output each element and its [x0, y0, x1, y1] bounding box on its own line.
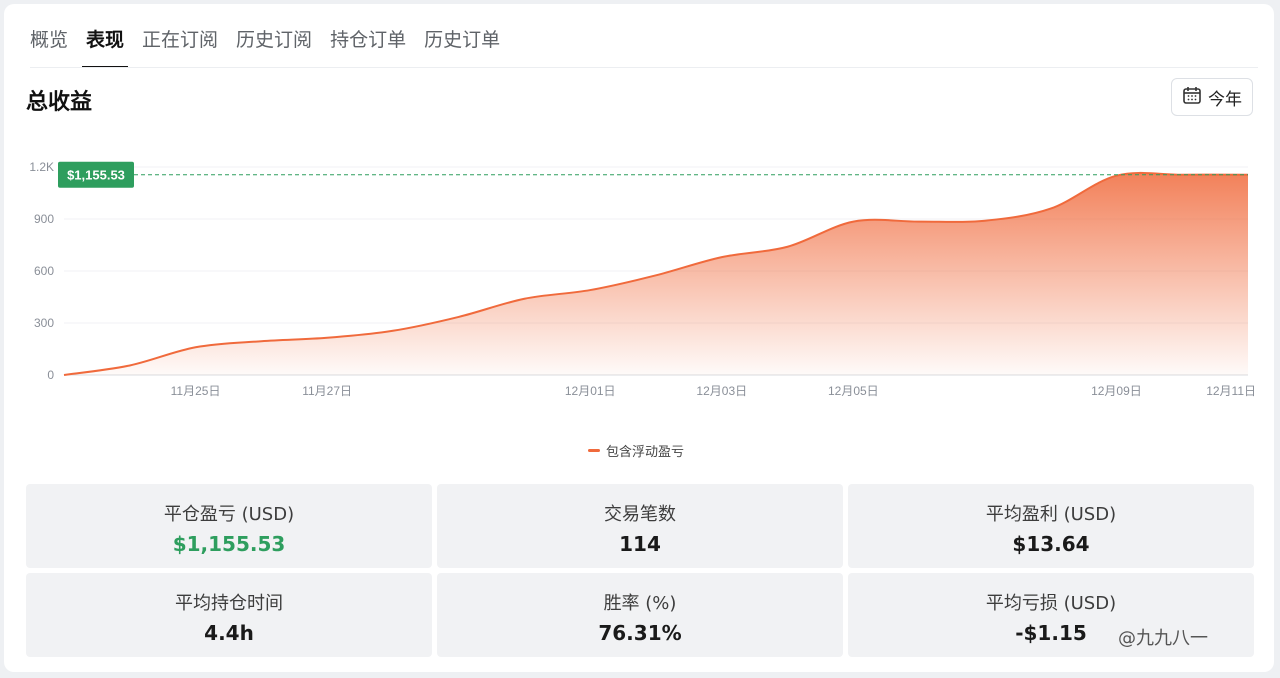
stat-label: 平均盈利 (USD) [985, 504, 1117, 525]
period-label: 今年 [1208, 89, 1242, 110]
y-tick-label: 900 [34, 212, 54, 226]
chart-legend[interactable]: 包含浮动盈亏 [588, 441, 684, 460]
y-tick-label: 0 [47, 368, 54, 382]
tab-history-orders[interactable]: 历史订单 [424, 22, 500, 68]
stat-value: 4.4h [204, 621, 254, 645]
tab-overview[interactable]: 概览 [30, 22, 68, 68]
y-tick-label: 600 [34, 264, 54, 278]
tab-history-subscriptions[interactable]: 历史订阅 [236, 22, 312, 68]
stat-label: 平仓盈亏 (USD) [163, 504, 295, 525]
x-tick-label: 11月27日 [302, 384, 352, 398]
tab-bar: 概览 表现 正在订阅 历史订阅 持仓订单 历史订单 [30, 22, 518, 68]
tabs-divider [30, 67, 1258, 68]
stat-label: 胜率 (%) [603, 593, 677, 614]
y-tick-label: 300 [34, 316, 54, 330]
x-tick-label: 12月03日 [696, 384, 747, 398]
x-tick-label: 11月25日 [171, 384, 221, 398]
legend-label: 包含浮动盈亏 [606, 445, 685, 460]
legend-swatch [588, 449, 600, 452]
stat-closed-pnl: 平仓盈亏 (USD) $1,155.53 [26, 484, 432, 568]
x-tick-label: 12月01日 [565, 384, 616, 398]
x-tick-label: 12月09日 [1091, 384, 1142, 398]
stat-trade-count: 交易笔数 114 [437, 484, 843, 568]
section-title: 总收益 [26, 90, 93, 115]
calendar-icon [1182, 85, 1202, 110]
x-tick-label: 12月05日 [828, 384, 879, 398]
profit-area [64, 172, 1248, 375]
stat-win-rate: 胜率 (%) 76.31% [437, 573, 843, 657]
x-tick-label: 12月11日 [1206, 384, 1256, 398]
stat-value: $13.64 [1012, 532, 1090, 556]
stat-average-hold-time: 平均持仓时间 4.4h [26, 573, 432, 657]
stat-value: 76.31% [598, 621, 682, 645]
stat-value: $1,155.53 [172, 532, 286, 556]
tab-open-orders[interactable]: 持仓订单 [330, 22, 406, 68]
period-selector-button[interactable]: 今年 [1171, 78, 1253, 116]
tab-active-subscriptions[interactable]: 正在订阅 [142, 22, 218, 68]
stat-label: 平均亏损 (USD) [985, 593, 1117, 614]
stat-value: 114 [619, 532, 661, 556]
stat-label: 平均持仓时间 [175, 593, 283, 614]
y-tick-label: 1.2K [29, 160, 54, 174]
tab-performance[interactable]: 表现 [82, 22, 129, 68]
profit-chart: 0 300 600 900 1.2K 11月25日 11月27日 12月01日 12月03日 1… [29, 160, 1256, 398]
watermark: @九九八一 [1118, 628, 1208, 649]
stat-average-profit: 平均盈利 (USD) $13.64 [848, 484, 1254, 568]
stat-label: 交易笔数 [604, 504, 676, 525]
total-profit-badge-label: $1,155.53 [67, 168, 125, 183]
